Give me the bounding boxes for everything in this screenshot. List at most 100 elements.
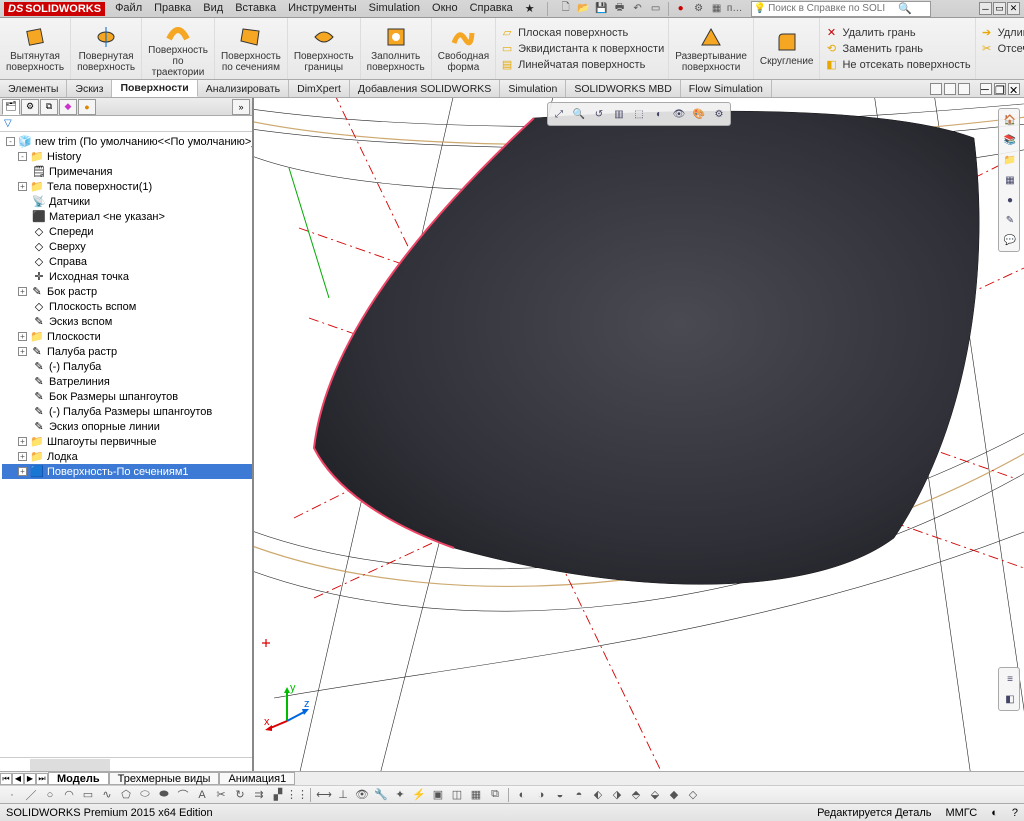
- open-doc-icon[interactable]: 📂: [576, 1, 592, 17]
- ribbon-revolved-surface[interactable]: Повернутая поверхность: [71, 18, 142, 79]
- ellipse-tool-icon[interactable]: ⬭: [137, 787, 153, 803]
- menu-window[interactable]: Окно: [426, 0, 464, 17]
- trim-tool-icon[interactable]: ✂: [213, 787, 229, 803]
- expand-toggle[interactable]: +: [18, 452, 27, 461]
- tree-item[interactable]: +📁Тела поверхности(1): [2, 179, 252, 194]
- tree-item[interactable]: -📁History: [2, 149, 252, 164]
- tree-root[interactable]: - 🧊 new trim (По умолчанию<<По умолчанию…: [2, 134, 252, 149]
- menu-help[interactable]: Справка: [464, 0, 519, 17]
- tab-evaluate[interactable]: Анализировать: [198, 80, 289, 97]
- arc-tool-icon[interactable]: ◠: [61, 787, 77, 803]
- sk-more1-icon[interactable]: ◐: [514, 787, 530, 803]
- tree-item[interactable]: 🗒Примечания: [2, 164, 252, 179]
- convert-tool-icon[interactable]: ↻: [232, 787, 248, 803]
- tree-item[interactable]: +📁Шпагоуты первичные: [2, 434, 252, 449]
- ribbon-unfold-surface[interactable]: Развертывание поверхности: [669, 18, 754, 79]
- ribbon-freeform[interactable]: Свободная форма: [432, 18, 496, 79]
- appearance-scene-icon[interactable]: 🎨: [690, 105, 708, 123]
- custom-props-icon[interactable]: ✎: [1001, 211, 1019, 229]
- tab-model[interactable]: Модель: [48, 772, 109, 785]
- fillet-tool-icon[interactable]: ⌒: [175, 787, 191, 803]
- tree-item[interactable]: +✎Бок растр: [2, 284, 252, 299]
- expand-toggle[interactable]: -: [18, 152, 27, 161]
- tab-surfaces[interactable]: Поверхности: [112, 80, 197, 97]
- sk-more2-icon[interactable]: ◑: [533, 787, 549, 803]
- tab-flow[interactable]: Flow Simulation: [681, 80, 772, 97]
- tab-dimxpert[interactable]: DimXpert: [289, 80, 350, 97]
- new-doc-icon[interactable]: 🗋: [558, 1, 574, 17]
- tab-scroll-next[interactable]: ▶: [24, 773, 36, 785]
- ribbon-boundary-surface[interactable]: Поверхность границы: [288, 18, 361, 79]
- tree-item[interactable]: ⬛Материал <не указан>: [2, 209, 252, 224]
- point-tool-icon[interactable]: ·: [4, 787, 20, 803]
- tree-scrollbar[interactable]: [30, 759, 110, 771]
- ribbon-offset-surface[interactable]: ▭Эквидистанта к поверхности: [500, 42, 664, 56]
- sk-more3-icon[interactable]: ◒: [552, 787, 568, 803]
- file-explorer-icon[interactable]: 📁: [1001, 151, 1019, 169]
- ribbon-delete-face[interactable]: ✕Удалить грань: [824, 26, 970, 40]
- tab-sketch[interactable]: Эскиз: [67, 80, 112, 97]
- sk-more7-icon[interactable]: ⬘: [628, 787, 644, 803]
- tree-item[interactable]: ✎Бок Размеры шпангоутов: [2, 389, 252, 404]
- feature-tree[interactable]: - 🧊 new trim (По умолчанию<<По умолчанию…: [0, 132, 252, 757]
- expand-toggle[interactable]: +: [18, 467, 27, 476]
- offset-tool-icon[interactable]: ⇉: [251, 787, 267, 803]
- help-search-input[interactable]: [768, 3, 898, 14]
- design-lib-icon[interactable]: 📚: [1001, 131, 1019, 149]
- ribbon-ruled-surface[interactable]: ▤Линейчатая поверхность: [500, 58, 664, 72]
- dimxpert-tab[interactable]: ◆: [59, 99, 77, 115]
- view-settings-icon[interactable]: ⚙: [710, 105, 728, 123]
- ribbon-fill-surface[interactable]: Заполнить поверхность: [361, 18, 432, 79]
- tree-item[interactable]: ✎Эскиз опорные линии: [2, 419, 252, 434]
- view-palette-icon[interactable]: ▦: [1001, 171, 1019, 189]
- tree-item[interactable]: ◇Плоскость вспом: [2, 299, 252, 314]
- line-tool-icon[interactable]: ／: [23, 787, 39, 803]
- tree-item[interactable]: 📡Датчики: [2, 194, 252, 209]
- ribbon-planar-surface[interactable]: ▱Плоская поверхность: [500, 26, 664, 40]
- slot-tool-icon[interactable]: ⬬: [156, 787, 172, 803]
- spline-tool-icon[interactable]: ∿: [99, 787, 115, 803]
- task-lower-icon2[interactable]: ◧: [1001, 690, 1019, 708]
- menu-simulation[interactable]: Simulation: [363, 0, 426, 17]
- save-icon[interactable]: 💾: [594, 1, 610, 17]
- polygon-tool-icon[interactable]: ⬠: [118, 787, 134, 803]
- ribbon-fillet[interactable]: Скругление: [754, 18, 821, 79]
- tree-item[interactable]: +✎Палуба растр: [2, 344, 252, 359]
- text-tool-icon[interactable]: A: [194, 787, 210, 803]
- tab-scroll-first[interactable]: ⏮: [0, 773, 12, 785]
- tree-item[interactable]: ✎Эскиз вспом: [2, 314, 252, 329]
- relation-tool-icon[interactable]: ⊥: [335, 787, 351, 803]
- ribbon-untrim-surface[interactable]: ◧Не отсекать поверхность: [824, 58, 970, 72]
- select-icon[interactable]: ▭: [648, 1, 664, 17]
- tab-addins[interactable]: Добавления SOLIDWORKS: [350, 80, 500, 97]
- menu-pin[interactable]: ★: [519, 0, 541, 17]
- sk-extra2-icon[interactable]: ◫: [449, 787, 465, 803]
- ribbon-extruded-surface[interactable]: Вытянутая поверхность: [0, 18, 71, 79]
- forum-icon[interactable]: 💬: [1001, 231, 1019, 249]
- help-search[interactable]: 💡 🔍: [751, 1, 931, 17]
- doc-max-icon[interactable]: [944, 83, 956, 95]
- expand-toggle[interactable]: +: [18, 332, 27, 341]
- expand-toggle[interactable]: +: [18, 347, 27, 356]
- tab-features[interactable]: Элементы: [0, 80, 67, 97]
- expand-toggle[interactable]: +: [18, 287, 27, 296]
- section-view-icon[interactable]: ▥: [610, 105, 628, 123]
- tab-3d-views[interactable]: Трехмерные виды: [109, 772, 220, 785]
- panel-expand-icon[interactable]: »: [232, 99, 250, 115]
- tree-item[interactable]: +🟦Поверхность-По сечениям1: [2, 464, 252, 479]
- maximize-button[interactable]: ▭: [993, 2, 1006, 15]
- rebuild-icon[interactable]: ●: [673, 1, 689, 17]
- rect-tool-icon[interactable]: ▭: [80, 787, 96, 803]
- status-icon1[interactable]: ◐: [991, 807, 998, 819]
- tree-item[interactable]: ◇Спереди: [2, 224, 252, 239]
- close-button[interactable]: ✕: [1007, 2, 1020, 15]
- task-lower-icon[interactable]: ≡: [1001, 670, 1019, 688]
- tree-item[interactable]: ✎(-) Палуба Размеры шпангоутов: [2, 404, 252, 419]
- display-style-icon[interactable]: ◐: [650, 105, 668, 123]
- tree-filter[interactable]: ▽: [0, 116, 252, 132]
- display-tool-icon[interactable]: 👁: [354, 787, 370, 803]
- sk-more4-icon[interactable]: ◓: [571, 787, 587, 803]
- config-tab[interactable]: ⧉: [40, 99, 58, 115]
- tree-item[interactable]: ◇Справа: [2, 254, 252, 269]
- quick-snap-icon[interactable]: ✦: [392, 787, 408, 803]
